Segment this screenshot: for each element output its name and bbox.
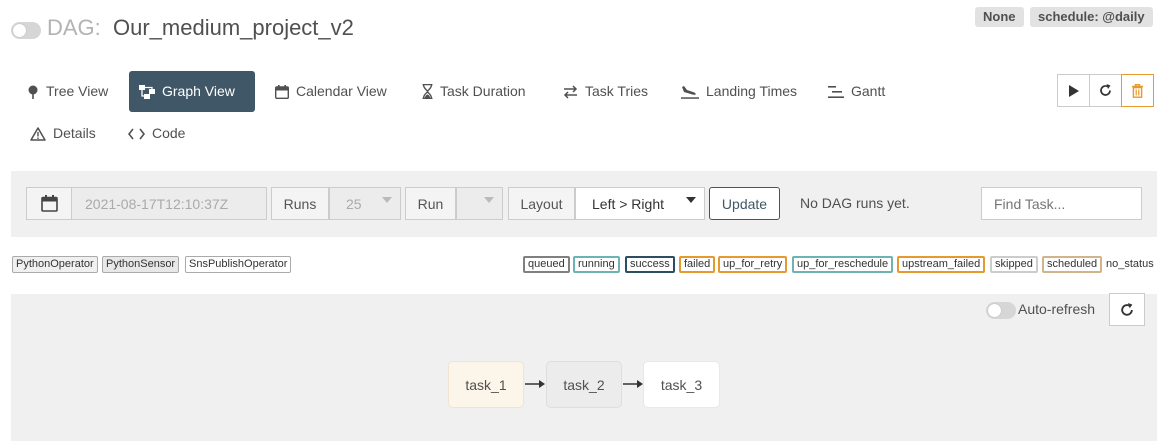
trash-icon xyxy=(1132,83,1143,98)
run-label: Run xyxy=(405,187,456,220)
layout-select[interactable]: Left > Right xyxy=(575,187,705,220)
tab-label: Graph View xyxy=(162,83,235,99)
state-legend-queued[interactable]: queued xyxy=(523,256,570,273)
chevron-down-icon xyxy=(382,197,392,203)
tab-code[interactable]: Code xyxy=(118,113,195,154)
runs-label: Runs xyxy=(271,187,329,220)
state-legend-scheduled[interactable]: scheduled xyxy=(1042,256,1103,273)
layout-label: Layout xyxy=(508,187,575,220)
warning-icon xyxy=(30,126,46,141)
tab-label: Landing Times xyxy=(706,83,798,99)
delete-dag-button[interactable] xyxy=(1121,74,1154,107)
tab-landing-times[interactable]: Landing Times xyxy=(671,71,807,112)
tab-label: Details xyxy=(53,125,96,141)
dag-prefix: DAG: xyxy=(47,15,101,40)
tab-label: Tree View xyxy=(46,83,109,99)
tab-details[interactable]: Details xyxy=(20,113,106,154)
find-task-input[interactable] xyxy=(981,187,1142,220)
none-badge: None xyxy=(975,7,1024,27)
state-legend-no-status[interactable]: no_status xyxy=(1103,256,1157,273)
retry-arrows-icon xyxy=(563,84,578,99)
tab-task-tries[interactable]: Task Tries xyxy=(553,71,658,112)
calendar-icon xyxy=(275,84,289,99)
tab-label: Task Duration xyxy=(440,83,526,99)
operator-legend-python-operator: PythonOperator xyxy=(12,256,98,273)
graph-icon xyxy=(139,84,155,99)
tab-task-duration[interactable]: Task Duration xyxy=(412,71,536,112)
state-legend-skipped[interactable]: skipped xyxy=(990,256,1038,273)
task-node-task-1[interactable]: task_1 xyxy=(448,361,524,408)
tab-calendar-view[interactable]: Calendar View xyxy=(265,71,397,112)
gantt-icon xyxy=(828,85,844,98)
layout-value: Left > Right xyxy=(592,195,664,212)
refresh-dag-button[interactable] xyxy=(1089,74,1122,107)
update-button[interactable]: Update xyxy=(709,187,780,220)
num-runs-value: 25 xyxy=(346,195,362,212)
state-legend-upstream-failed[interactable]: upstream_failed xyxy=(897,256,986,273)
refresh-icon xyxy=(1121,302,1133,316)
hourglass-icon xyxy=(422,84,433,99)
num-runs-select[interactable]: 25 xyxy=(329,187,401,220)
tab-tree-view[interactable]: Tree View xyxy=(17,71,118,112)
toggle-knob xyxy=(988,304,1001,317)
plane-landing-icon xyxy=(681,85,699,99)
dag-pause-toggle[interactable] xyxy=(11,22,41,39)
run-select[interactable] xyxy=(456,187,503,220)
graph-refresh-button[interactable] xyxy=(1109,293,1145,326)
refresh-icon xyxy=(1100,84,1111,96)
tab-label: Calendar View xyxy=(296,83,387,99)
auto-refresh-label: Auto-refresh xyxy=(1018,301,1096,317)
edge-arrow-task2-task3 xyxy=(623,380,643,388)
task-node-task-2[interactable]: task_2 xyxy=(546,361,622,408)
calendar-icon xyxy=(40,195,58,212)
trigger-dag-button[interactable] xyxy=(1057,74,1090,107)
task-node-task-3[interactable]: task_3 xyxy=(643,361,720,408)
state-legend-up-for-retry[interactable]: up_for_retry xyxy=(718,256,788,273)
tab-label: Gantt xyxy=(851,83,886,99)
page-title: Our_medium_project_v2 xyxy=(113,15,354,40)
execution-date-input[interactable]: 2021-08-17T12:10:37Z xyxy=(71,187,267,220)
chevron-down-icon xyxy=(686,197,696,203)
operator-legend-sns-publish-operator: SnsPublishOperator xyxy=(185,256,292,273)
toggle-knob xyxy=(13,24,26,37)
datetime-picker-button[interactable] xyxy=(26,187,72,220)
chevron-down-icon xyxy=(484,197,494,203)
schedule-badge: schedule: @daily xyxy=(1030,7,1153,27)
operator-legend-python-sensor: PythonSensor xyxy=(102,256,180,273)
state-legend-running[interactable]: running xyxy=(573,256,620,273)
play-icon xyxy=(1068,84,1079,97)
state-legend-up-for-reschedule[interactable]: up_for_reschedule xyxy=(792,256,894,273)
code-icon xyxy=(128,128,145,139)
tab-label: Code xyxy=(152,125,186,141)
tree-pin-icon xyxy=(28,85,38,99)
tab-gantt[interactable]: Gantt xyxy=(818,71,895,112)
edge-arrow-task1-task2 xyxy=(525,380,545,388)
status-text: No DAG runs yet. xyxy=(800,195,910,211)
tab-graph-view[interactable]: Graph View xyxy=(129,71,255,112)
auto-refresh-toggle[interactable] xyxy=(986,302,1016,319)
state-legend-success[interactable]: success xyxy=(625,256,675,273)
tab-label: Task Tries xyxy=(585,83,649,99)
state-legend-failed[interactable]: failed xyxy=(679,256,716,273)
